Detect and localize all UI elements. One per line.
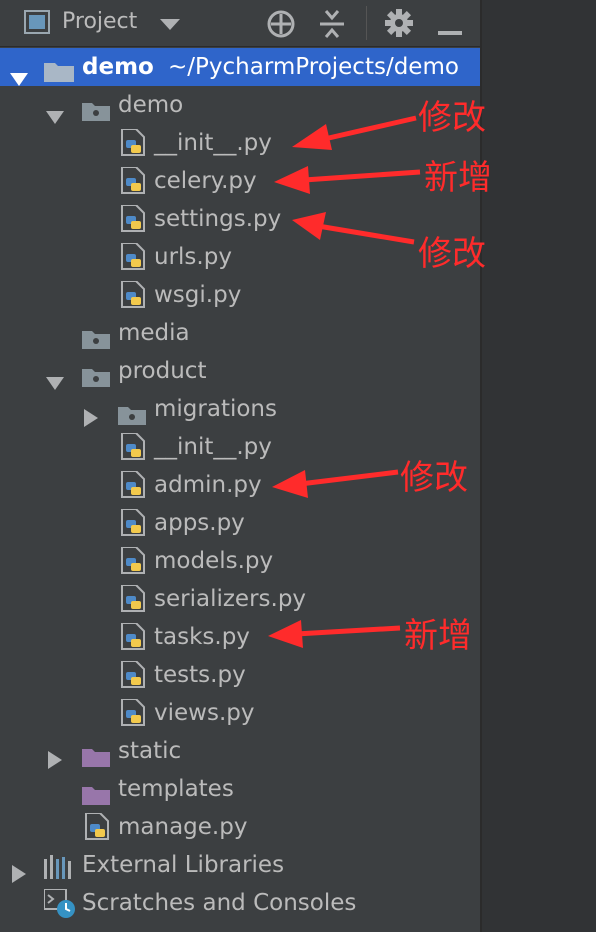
annotation-init-modified: 修改 — [418, 98, 486, 138]
arrow-tasks — [268, 620, 401, 648]
annotation-arrows — [268, 115, 421, 648]
arrow-settings — [292, 212, 415, 245]
annotation-celery-added: 新增 — [424, 158, 492, 198]
annotation-tasks-added: 新增 — [404, 616, 472, 656]
arrow-init-demo — [292, 115, 417, 150]
annotation-settings-modified: 修改 — [418, 234, 486, 274]
arrow-admin — [272, 469, 399, 498]
annotation-admin-modified: 修改 — [400, 458, 468, 498]
arrow-celery — [274, 166, 421, 194]
